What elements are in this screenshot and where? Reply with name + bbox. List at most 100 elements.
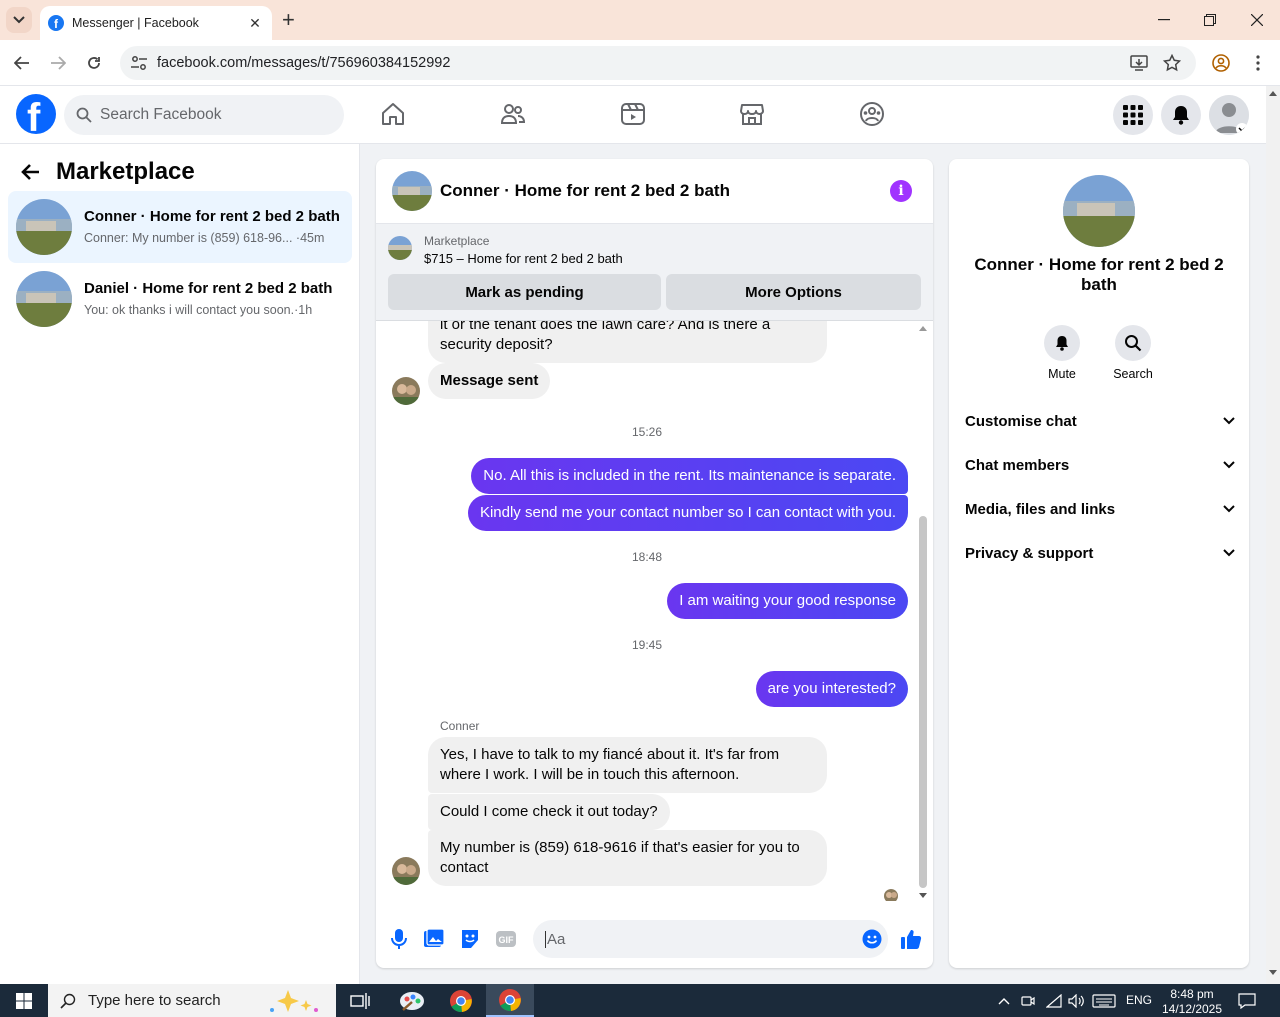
- conversation-name: Daniel · Home for rent 2 bed 2 bath: [84, 280, 333, 297]
- marketplace-icon[interactable]: [739, 101, 765, 127]
- gif-icon[interactable]: GIF: [495, 928, 517, 950]
- clock-date: 14/12/2025: [1161, 1002, 1223, 1016]
- scroll-up-icon[interactable]: [919, 325, 927, 331]
- listing-thumbnail[interactable]: [388, 236, 412, 260]
- chevron-down-icon: [1223, 549, 1235, 557]
- url-text: facebook.com/messages/t/756960384152992: [157, 55, 451, 71]
- bookmark-star-icon[interactable]: [1163, 54, 1181, 72]
- account-avatar[interactable]: [1209, 95, 1249, 135]
- back-button[interactable]: [12, 53, 32, 73]
- thumbs-up-icon[interactable]: [900, 928, 922, 950]
- taskbar-clock[interactable]: 8:48 pm 14/12/2025: [1158, 987, 1226, 1017]
- chevron-down-icon: [13, 16, 25, 24]
- close-icon: [1251, 14, 1263, 26]
- section-label: Privacy & support: [965, 544, 1094, 562]
- reload-button[interactable]: [84, 53, 104, 73]
- conner-avatar[interactable]: [392, 857, 420, 885]
- emoji-icon[interactable]: [862, 929, 882, 949]
- customise-chat-section[interactable]: Customise chat: [965, 409, 1235, 433]
- browser-tab[interactable]: f Messenger | Facebook ✕: [40, 6, 272, 40]
- start-button[interactable]: [0, 984, 48, 1017]
- profile-icon[interactable]: [1212, 54, 1230, 72]
- taskbar-app-chrome[interactable]: [437, 984, 485, 1017]
- more-options-button[interactable]: More Options: [666, 274, 921, 310]
- tab-search-button[interactable]: [6, 7, 32, 33]
- taskbar-search-input[interactable]: Type here to search: [48, 984, 336, 1017]
- scroll-down-icon[interactable]: [919, 893, 927, 899]
- message-bubble-outgoing: No. All this is included in the rent. It…: [471, 458, 908, 494]
- facebook-search-input[interactable]: Search Facebook: [64, 95, 344, 135]
- mark-as-pending-button[interactable]: Mark as pending: [388, 274, 661, 310]
- conversation-preview: You: ok thanks i will contact you soon.: [84, 303, 295, 317]
- chat-panel: Conner · Home for rent 2 bed 2 bath i Ma…: [376, 159, 933, 968]
- volume-icon[interactable]: [1068, 994, 1084, 1008]
- chat-header: Conner · Home for rent 2 bed 2 bath i: [376, 159, 933, 224]
- home-icon[interactable]: [380, 101, 406, 127]
- close-tab-icon[interactable]: ✕: [246, 15, 264, 32]
- photo-gallery-icon[interactable]: [423, 928, 445, 950]
- install-app-icon[interactable]: [1130, 54, 1148, 72]
- groups-icon[interactable]: [859, 101, 885, 127]
- message-text: where I work. I will be in touch this af…: [440, 766, 740, 783]
- chat-title[interactable]: Conner · Home for rent 2 bed 2 bath: [440, 181, 730, 201]
- reload-icon: [88, 57, 100, 69]
- restore-button[interactable]: [1187, 0, 1233, 40]
- keyboard-icon[interactable]: [1092, 994, 1116, 1008]
- facebook-favicon-icon: f: [48, 15, 64, 31]
- search-in-chat-button[interactable]: Search: [1097, 325, 1169, 381]
- new-tab-button[interactable]: +: [282, 9, 295, 31]
- chat-scrollbar-thumb[interactable]: [919, 516, 927, 888]
- site-settings-icon[interactable]: [130, 54, 148, 72]
- mute-label: Mute: [1048, 367, 1076, 381]
- language-indicator[interactable]: ENG: [1126, 993, 1152, 1007]
- scroll-down-icon[interactable]: [1269, 970, 1277, 976]
- restore-icon: [1204, 14, 1216, 26]
- url-bar[interactable]: facebook.com/messages/t/756960384152992: [120, 46, 1196, 80]
- browser-menu-icon[interactable]: [1255, 54, 1261, 72]
- notifications-button[interactable]: [1161, 95, 1201, 135]
- conversation-preview: Conner: My number is (859) 618-96...: [84, 231, 293, 245]
- sticker-icon[interactable]: [459, 928, 481, 950]
- scroll-up-icon[interactable]: [1269, 90, 1277, 96]
- chat-members-section[interactable]: Chat members: [965, 453, 1235, 477]
- windows-logo-icon: [16, 992, 32, 1009]
- conversation-item-daniel[interactable]: Daniel · Home for rent 2 bed 2 bath You:…: [8, 263, 352, 335]
- back-arrow-icon[interactable]: [20, 163, 40, 181]
- taskbar-app-paint[interactable]: [388, 984, 436, 1017]
- wifi-icon[interactable]: [1046, 994, 1062, 1008]
- close-window-button[interactable]: [1234, 0, 1280, 40]
- media-files-links-section[interactable]: Media, files and links: [965, 497, 1235, 521]
- task-view-button[interactable]: [336, 984, 384, 1017]
- chat-avatar[interactable]: [392, 171, 432, 211]
- minimize-button[interactable]: [1141, 0, 1187, 40]
- forward-button[interactable]: [48, 53, 68, 73]
- camera-icon[interactable]: [1021, 994, 1035, 1008]
- page-scrollbar[interactable]: [1266, 86, 1280, 984]
- conversation-item-conner[interactable]: Conner · Home for rent 2 bed 2 bath Conn…: [8, 191, 352, 263]
- show-hidden-icons-icon[interactable]: [998, 997, 1010, 1005]
- menu-button[interactable]: [1113, 95, 1153, 135]
- facebook-logo-icon[interactable]: f: [16, 94, 56, 134]
- taskbar-app-chrome-active[interactable]: [486, 984, 534, 1017]
- microphone-icon[interactable]: [388, 928, 410, 950]
- info-icon[interactable]: i: [890, 180, 912, 202]
- friends-icon[interactable]: [500, 101, 526, 127]
- privacy-support-section[interactable]: Privacy & support: [965, 541, 1235, 565]
- conversation-list-panel: Marketplace Conner · Home for rent 2 bed…: [0, 144, 360, 984]
- tab-title: Messenger | Facebook: [72, 16, 199, 30]
- notification-center-icon[interactable]: [1238, 993, 1256, 1009]
- listing-title[interactable]: $715 – Home for rent 2 bed 2 bath: [424, 251, 623, 266]
- svg-text:GIF: GIF: [499, 935, 515, 945]
- chevron-down-icon: [1223, 461, 1235, 469]
- video-icon[interactable]: [620, 101, 646, 127]
- marketplace-banner: Marketplace $715 – Home for rent 2 bed 2…: [376, 224, 933, 321]
- message-input[interactable]: Aa: [533, 920, 888, 958]
- mute-button[interactable]: Mute: [1026, 325, 1098, 381]
- facebook-header: f Search Facebook: [0, 86, 1266, 144]
- conner-avatar[interactable]: [392, 377, 420, 405]
- panel-title: Marketplace: [56, 158, 195, 185]
- chrome-icon: [450, 989, 472, 1012]
- conversation-time: ·1h: [294, 303, 313, 317]
- details-avatar[interactable]: [1063, 175, 1135, 247]
- message-text: Message sent: [440, 372, 539, 389]
